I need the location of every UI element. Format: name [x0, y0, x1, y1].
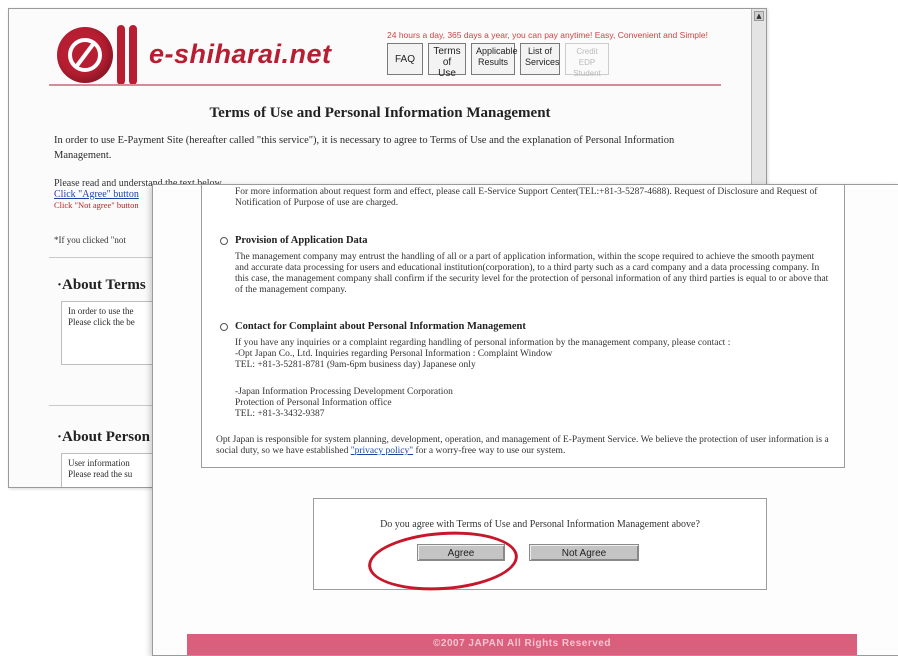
contact-heading: Contact for Complaint about Personal Inf…	[220, 321, 526, 332]
page-title: Terms of Use and Personal Information Ma…	[209, 105, 551, 121]
contact-line-1: If you have any inquiries or a complaint…	[235, 338, 731, 348]
header-divider	[49, 84, 721, 86]
logo-icon	[57, 27, 113, 83]
contact-line-2: -Opt Japan Co., Ltd. Inquiries regarding…	[235, 349, 553, 359]
nav-list-of-services[interactable]: List of Services	[520, 43, 560, 75]
copyright-text: ©2007 JAPAN All Rights Reserved	[433, 638, 611, 649]
nav-credit[interactable]: Credit EDP Student	[565, 43, 609, 78]
nav-faq[interactable]: FAQ	[387, 43, 423, 75]
privacy-policy-link[interactable]: "privacy policy"	[351, 446, 413, 456]
provision-title: Provision of Application Data	[235, 235, 368, 246]
personal-section-heading: ·About Person	[57, 429, 150, 445]
nav-terms-of-use[interactable]: Terms of Use	[428, 43, 466, 79]
scroll-up-arrow-icon[interactable]: ▲	[754, 11, 764, 21]
not-agree-button[interactable]: Not Agree	[529, 544, 639, 561]
terms-section-heading: ·About Terms	[57, 277, 146, 293]
terms-content-frame: For more information about request form …	[201, 185, 845, 468]
provision-body: The management company may entrust the h…	[235, 252, 829, 295]
intro-text: In order to use E-Payment Site (hereafte…	[54, 135, 675, 161]
contact-line-5: Protection of Personal Information offic…	[235, 398, 392, 408]
support-center-text: For more information about request form …	[235, 187, 818, 208]
contact-line-6: TEL: +81-3-3432-9387	[235, 409, 325, 419]
logo-stripe	[129, 25, 137, 85]
if-clicked-note: *If you clicked "not	[54, 235, 126, 245]
contact-line-4: -Japan Information Processing Developmen…	[235, 387, 453, 397]
opt-japan-statement: Opt Japan is responsible for system plan…	[216, 435, 834, 457]
site-header: e-shiharai.net 24 hours a day, 365 days …	[9, 9, 751, 85]
contact-title: Contact for Complaint about Personal Inf…	[235, 321, 526, 332]
bullet-icon	[220, 322, 228, 331]
logo-text[interactable]: e-shiharai.net	[149, 39, 332, 70]
nav-applicable-results[interactable]: Applicable Results	[471, 43, 518, 75]
footer-bar: ©2007 JAPAN All Rights Reserved	[187, 634, 857, 655]
top-nav: FAQ Terms of Use Applicable Results List…	[387, 43, 609, 79]
contact-line-3: TEL: +81-3-5281-8781 (9am-6pm business d…	[235, 360, 476, 370]
tagline: 24 hours a day, 365 days a year, you can…	[387, 30, 708, 40]
provision-heading: Provision of Application Data	[220, 235, 368, 246]
logo-stripe	[117, 25, 125, 85]
opt-japan-text-end: for a worry-free way to use our system.	[413, 446, 566, 456]
front-browser-window: For more information about request form …	[152, 184, 898, 656]
agreement-question: Do you agree with Terms of Use and Perso…	[380, 519, 700, 530]
bullet-icon	[220, 236, 228, 245]
